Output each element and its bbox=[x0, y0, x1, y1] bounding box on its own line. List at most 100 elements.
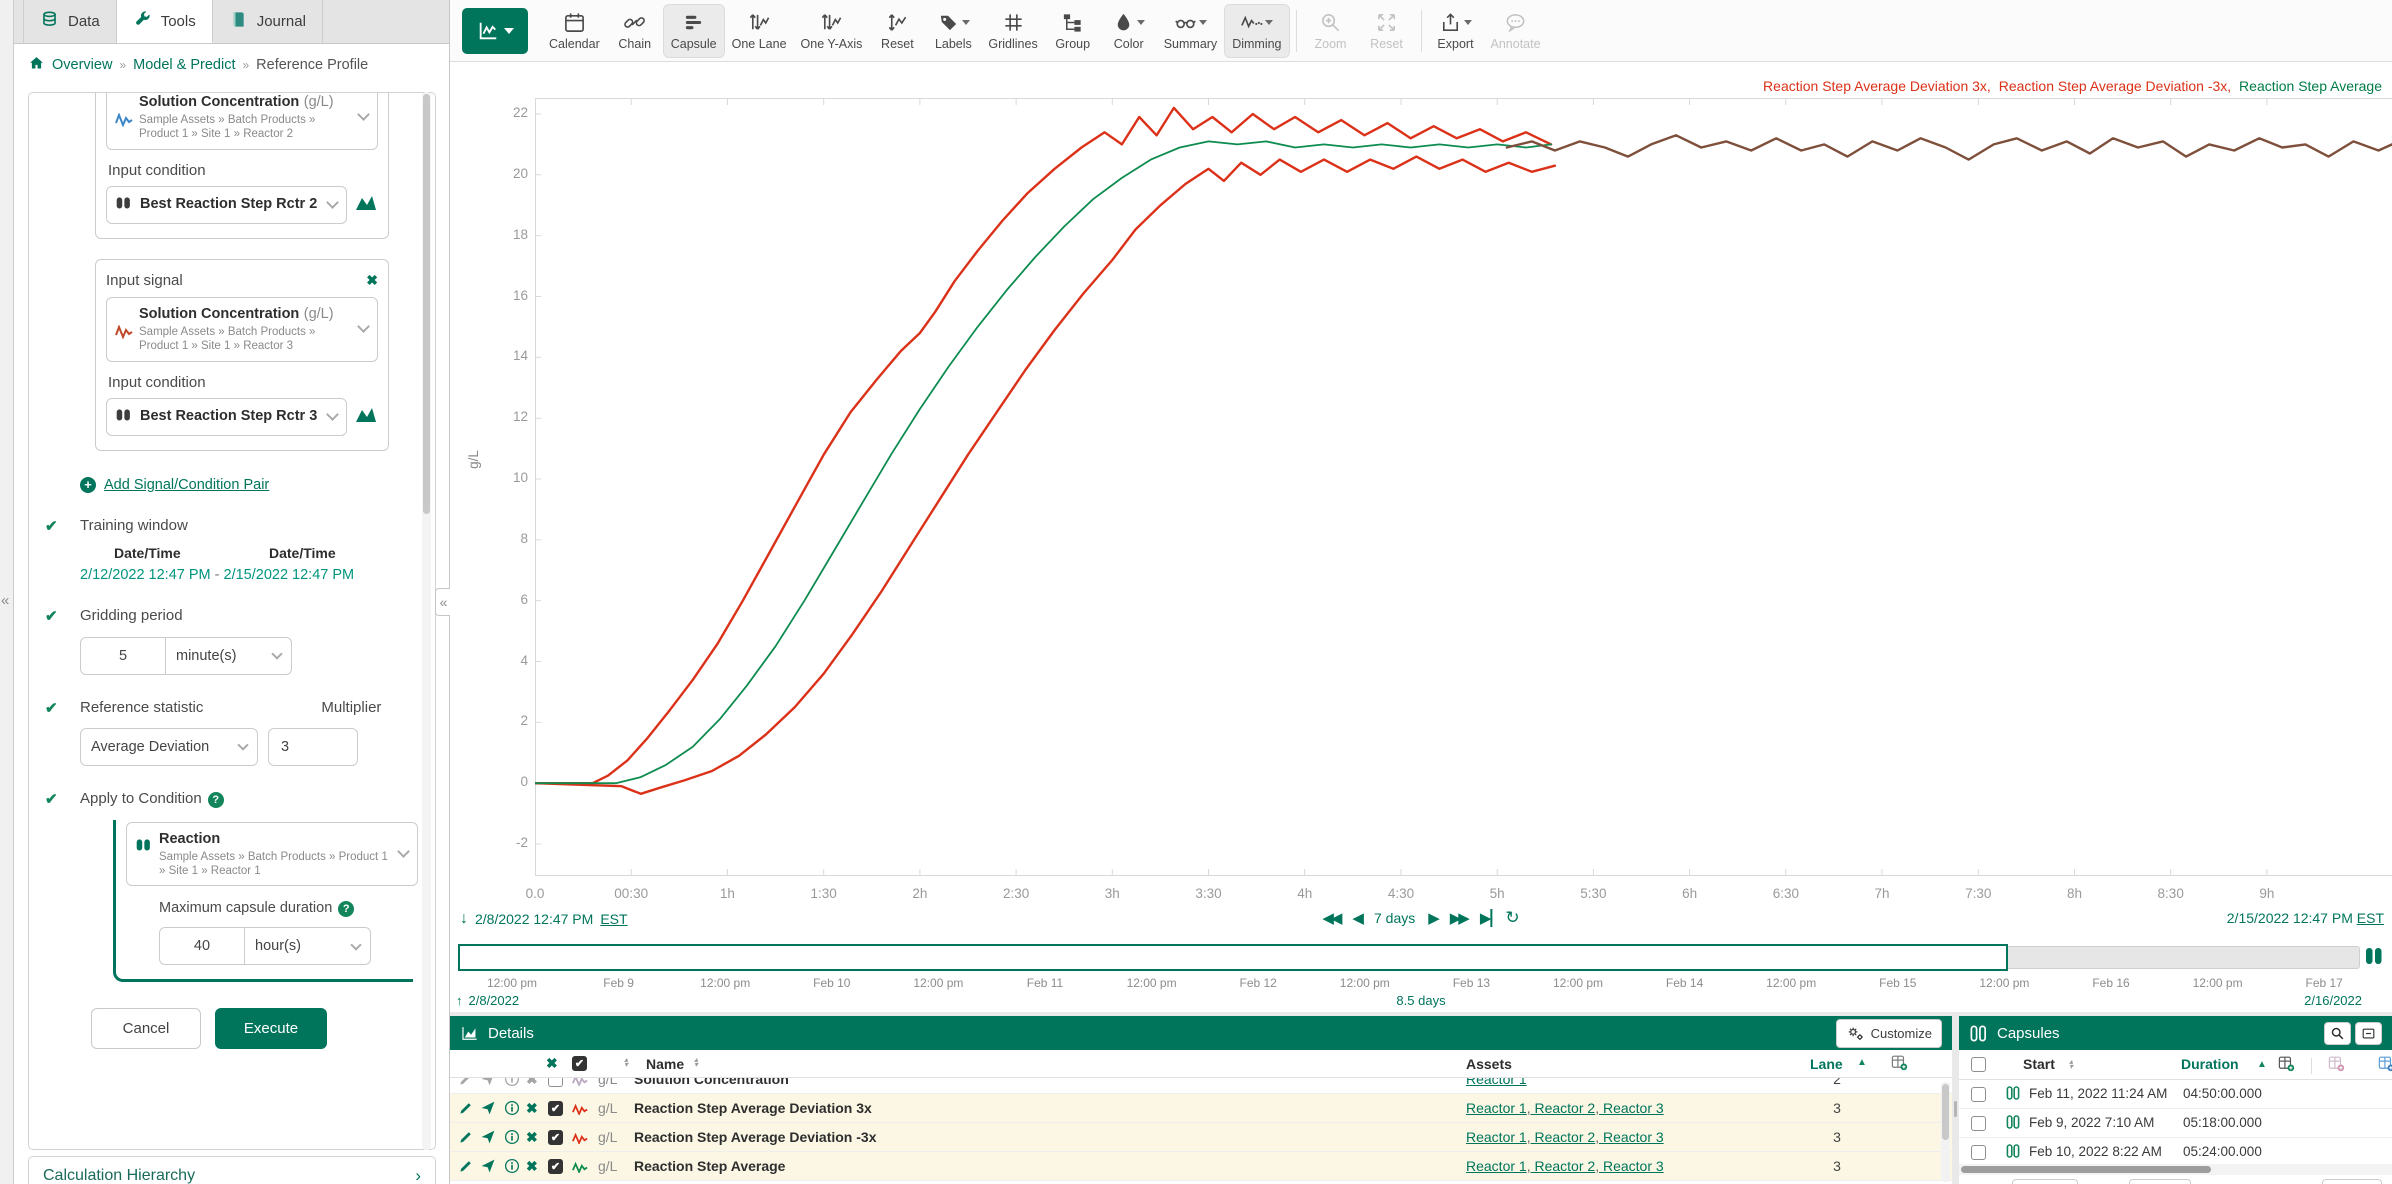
display-start-datetime[interactable]: 2/8/2022 12:47 PM bbox=[475, 911, 593, 927]
scrollbar-thumb[interactable] bbox=[1961, 1166, 2211, 1173]
pagination-button-partial[interactable] bbox=[2012, 1179, 2078, 1184]
gridding-value-input[interactable]: 5 bbox=[80, 637, 166, 675]
send-icon[interactable] bbox=[480, 1100, 496, 1116]
capsules-h-scrollbar[interactable] bbox=[1959, 1164, 2392, 1175]
assets-column-header[interactable]: Assets bbox=[1466, 1056, 1512, 1072]
step-to-now-icon[interactable]: ▶ bbox=[1480, 909, 1493, 927]
table-row[interactable]: Feb 9, 2022 7:10 AM 05:18:00.000 bbox=[1959, 1109, 2392, 1138]
send-icon[interactable] bbox=[480, 1078, 496, 1087]
asset-link[interactable]: Reactor 2 bbox=[1534, 1158, 1602, 1174]
execute-button[interactable]: Execute bbox=[215, 1008, 327, 1049]
view-capsules-icon[interactable] bbox=[354, 192, 378, 217]
display-end-datetime[interactable]: 2/15/2022 12:47 PM bbox=[2227, 910, 2353, 926]
input-condition-select-1[interactable]: Best Reaction Step Rctr 2 bbox=[106, 186, 347, 224]
lane-column-header[interactable]: Lane bbox=[1810, 1056, 1843, 1072]
asset-link[interactable]: Reactor 1 bbox=[1466, 1158, 1534, 1174]
step-back-full-icon[interactable]: ◀◀ bbox=[1322, 909, 1339, 927]
toolbar-gridlines-button[interactable]: Gridlines bbox=[981, 4, 1044, 58]
toolbar-dimming-button[interactable]: Dimming bbox=[1224, 4, 1289, 58]
pagination-button-partial[interactable] bbox=[2129, 1179, 2191, 1184]
gridding-unit-select[interactable]: minute(s) bbox=[166, 637, 292, 675]
max-duration-unit-select[interactable]: hour(s) bbox=[245, 927, 371, 965]
toolbar-zoom-button[interactable]: Zoom bbox=[1303, 4, 1359, 58]
add-property-column-icon[interactable] bbox=[2377, 1054, 2392, 1076]
edit-icon[interactable] bbox=[458, 1100, 474, 1116]
row-checkbox[interactable] bbox=[1971, 1145, 1986, 1160]
row-checkbox[interactable]: ✔ bbox=[548, 1159, 563, 1174]
add-column-icon[interactable] bbox=[2277, 1054, 2296, 1076]
training-start-datetime[interactable]: 2/12/2022 12:47 PM bbox=[80, 567, 211, 583]
timeline-capsule-icon[interactable] bbox=[2364, 946, 2386, 969]
asset-link[interactable]: Reactor 1 bbox=[1466, 1129, 1534, 1145]
timeline-selection[interactable] bbox=[458, 944, 2008, 971]
sort-icon[interactable]: ▴▾ bbox=[624, 1057, 628, 1067]
duration-label[interactable]: 7 days bbox=[1374, 910, 1415, 926]
toolbar-export-button[interactable]: Export bbox=[1428, 4, 1484, 58]
table-row[interactable]: ✖ ✔ g/L Reaction Step Average Deviation … bbox=[450, 1123, 1952, 1152]
table-row[interactable]: ✖ ✔ g/L Reaction Step Average Reactor 1R… bbox=[450, 1152, 1952, 1181]
trend-svg[interactable] bbox=[535, 98, 2392, 876]
asset-link[interactable]: Reactor 2 bbox=[1534, 1100, 1602, 1116]
toolbar-annotate-button[interactable]: Annotate bbox=[1484, 4, 1548, 58]
pagination-button-partial[interactable] bbox=[2322, 1179, 2382, 1184]
info-icon[interactable] bbox=[504, 1100, 520, 1116]
select-all-checkbox[interactable]: ✔ bbox=[572, 1056, 587, 1071]
table-row[interactable]: ✖ ✔ g/L Reaction Step Average Deviation … bbox=[450, 1094, 1952, 1123]
add-signal-condition-pair-link[interactable]: + Add Signal/Condition Pair bbox=[80, 477, 435, 493]
toolbar-one-y-axis-button[interactable]: One Y-Axis bbox=[794, 4, 870, 58]
send-icon[interactable] bbox=[480, 1129, 496, 1145]
tab-data[interactable]: Data bbox=[23, 0, 117, 43]
calculation-hierarchy-header[interactable]: Calculation Hierarchy › bbox=[28, 1156, 436, 1184]
info-icon[interactable] bbox=[504, 1158, 520, 1174]
remove-icon[interactable]: ✖ bbox=[526, 1100, 542, 1116]
step-back-half-icon[interactable]: ◀ bbox=[1352, 909, 1361, 927]
trend-chart[interactable]: Reaction Step Average Deviation 3x, Reac… bbox=[450, 62, 2392, 906]
edit-icon[interactable] bbox=[458, 1078, 474, 1087]
toolbar-summary-button[interactable]: Summary bbox=[1157, 4, 1224, 58]
asset-link[interactable]: Reactor 1 bbox=[1466, 1100, 1534, 1116]
info-icon[interactable] bbox=[504, 1078, 520, 1087]
edit-icon[interactable] bbox=[458, 1158, 474, 1174]
duration-column-header[interactable]: Duration bbox=[2181, 1056, 2239, 1072]
toolbar-chain-button[interactable]: Chain bbox=[607, 4, 663, 58]
start-column-header[interactable]: Start bbox=[2023, 1056, 2055, 1072]
sort-icon[interactable]: ▴▾ bbox=[694, 1057, 698, 1067]
refresh-icon[interactable]: ↻ bbox=[1505, 908, 1519, 928]
add-column-icon[interactable] bbox=[1890, 1053, 1909, 1075]
toolbar-capsule-button[interactable]: Capsule bbox=[663, 4, 725, 58]
max-duration-value-input[interactable]: 40 bbox=[159, 927, 245, 965]
scrollbar-thumb[interactable] bbox=[1942, 1084, 1949, 1140]
add-stat-column-icon[interactable] bbox=[2327, 1054, 2346, 1076]
investigate-start-date[interactable]: 2/8/2022 bbox=[469, 993, 520, 1008]
asset-link[interactable]: Reactor 3 bbox=[1603, 1158, 1664, 1174]
input-condition-select-2[interactable]: Best Reaction Step Rctr 3 bbox=[106, 398, 347, 436]
table-row[interactable]: Feb 11, 2022 11:24 AM 04:50:00.000 bbox=[1959, 1080, 2392, 1109]
breadcrumb-model-predict[interactable]: Model & Predict bbox=[133, 57, 235, 73]
sort-icon[interactable]: ▴▾ bbox=[2069, 1059, 2073, 1069]
asset-link[interactable]: Reactor 3 bbox=[1603, 1100, 1664, 1116]
name-column-header[interactable]: Name bbox=[646, 1056, 684, 1072]
panel-resize-handle[interactable] bbox=[1952, 1096, 1959, 1122]
toolbar-group-button[interactable]: Group bbox=[1045, 4, 1101, 58]
info-icon[interactable] bbox=[504, 1129, 520, 1145]
breadcrumb-overview[interactable]: Overview bbox=[52, 57, 112, 73]
input-signal-select-1[interactable]: Solution Concentration (g/L) Sample Asse… bbox=[106, 92, 378, 150]
collapse-panel-button[interactable] bbox=[2355, 1022, 2382, 1045]
cancel-button[interactable]: Cancel bbox=[91, 1008, 201, 1049]
select-all-checkbox[interactable] bbox=[1971, 1057, 1986, 1072]
legend-item[interactable]: Reaction Step Average bbox=[2239, 78, 2382, 94]
view-capsules-icon[interactable] bbox=[354, 404, 378, 429]
help-icon[interactable]: ? bbox=[208, 792, 224, 808]
investigate-end-date[interactable]: 2/16/2022 bbox=[2304, 993, 2362, 1008]
multiplier-input[interactable]: 3 bbox=[268, 728, 358, 766]
sidebar-scrollbar[interactable] bbox=[422, 92, 431, 1150]
details-scrollbar[interactable] bbox=[1941, 1082, 1950, 1182]
toolbar-reset-view-button[interactable]: Reset bbox=[1359, 4, 1415, 58]
table-row[interactable]: Feb 10, 2022 8:22 AM 05:24:00.000 bbox=[1959, 1138, 2392, 1167]
step-forward-half-icon[interactable]: ▶ bbox=[1428, 909, 1437, 927]
toolbar-reset-axes-button[interactable]: Reset bbox=[869, 4, 925, 58]
scrollbar-thumb[interactable] bbox=[423, 94, 430, 514]
search-capsules-button[interactable] bbox=[2324, 1022, 2351, 1045]
toolbar-color-button[interactable]: Color bbox=[1101, 4, 1157, 58]
remove-all-icon[interactable]: ✖ bbox=[546, 1055, 558, 1072]
